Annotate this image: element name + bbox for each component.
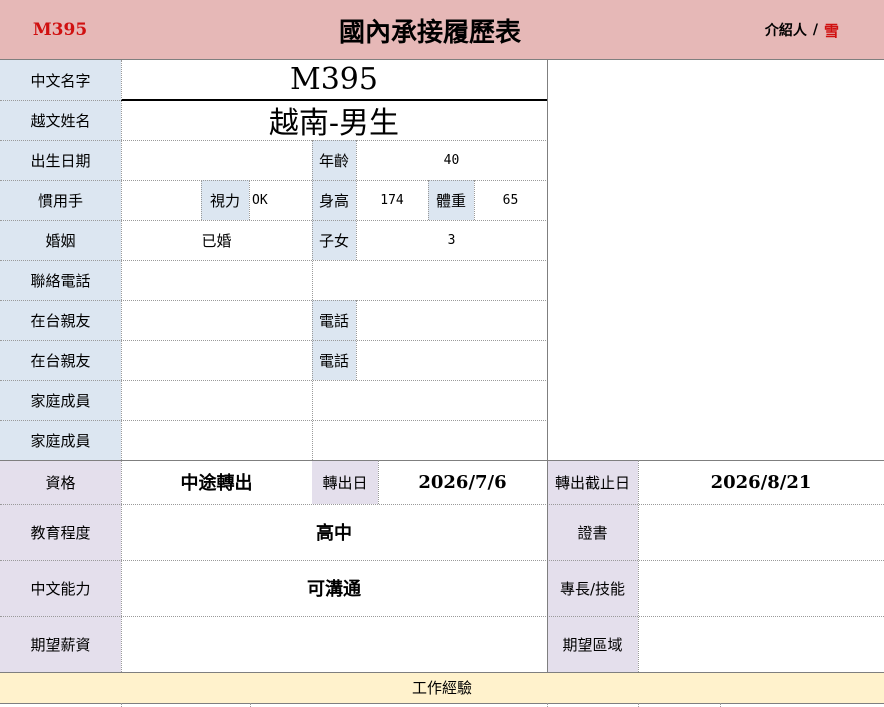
grid-line [378,460,379,504]
birthdate-value [121,140,312,180]
introducer-value: 雪 [824,21,840,40]
handedness-value [121,180,201,220]
introducer-separator: / [812,22,819,38]
grid-line [474,180,475,220]
relative2-label: 在台親友 [0,340,121,380]
relative2-phone-label: 電話 [312,340,356,380]
age-label: 年齡 [312,140,356,180]
age-value: 40 [443,152,460,168]
certificate-label: 證書 [547,504,638,560]
grid-line [356,140,357,260]
grid-line [547,703,548,707]
status-label: 資格 [0,460,121,504]
grid-line [0,340,548,341]
birthdate-label: 出生日期 [0,140,121,180]
region-label: 期望區域 [547,616,638,672]
introducer: 介紹人 / 雪 [740,0,864,60]
grid-line [0,504,884,505]
grid-line [121,703,122,707]
deadline-label: 轉出截止日 [547,460,638,504]
chinese-ability-label: 中文能力 [0,560,121,616]
grid-line [0,180,548,181]
marriage-value: 已婚 [201,231,232,250]
grid-line [547,60,548,672]
grid-line [0,380,548,381]
status-value: 中途轉出 [180,473,253,494]
grid-line [250,703,251,707]
grid-line [638,703,639,707]
photo-area [548,60,884,460]
grid-line [638,460,639,672]
page-title: 國內承接履歷表 [338,17,521,48]
grid-line [0,703,884,704]
education-value: 高中 [316,523,352,544]
vietnamese-name-value: 越南-男生 [268,106,400,140]
grid-line [0,300,548,301]
vision-value: OK [252,192,268,208]
children-label: 子女 [312,220,356,260]
vietnamese-name-label: 越文姓名 [0,100,121,140]
transfer-date-value: 2026/7/6 [418,471,507,493]
family1-label: 家庭成員 [0,380,121,420]
vision-label: 視力 [201,180,249,220]
grid-line [720,703,721,707]
grid-line [0,140,548,141]
grid-line [0,460,884,461]
children-value: 3 [447,232,456,248]
grid-line [0,672,884,673]
chinese-name-label: 中文名字 [0,60,121,100]
family2-label: 家庭成員 [0,420,121,460]
contact-phone-label: 聯絡電話 [0,260,121,300]
relative1-phone-label: 電話 [312,300,356,340]
grid-line [0,220,548,221]
height-label: 身高 [312,180,356,220]
grid-line [0,260,548,261]
deadline-value: 2026/8/21 [710,471,812,493]
handedness-label: 慣用手 [0,180,121,220]
grid-line [312,140,313,460]
work-experience-header: 工作經驗 [0,672,884,703]
weight-label: 體重 [428,180,474,220]
chinese-name-value: M395 [290,62,378,97]
weight-value: 65 [502,192,519,208]
marriage-label: 婚姻 [0,220,121,260]
introducer-label: 介紹人 [764,23,807,39]
grid-line [428,180,429,220]
salary-label: 期望薪資 [0,616,121,672]
name-underline [121,99,547,101]
chinese-ability-value: 可溝通 [307,579,361,600]
record-code: M395 [32,20,88,40]
grid-line [121,60,122,672]
grid-line [249,180,250,220]
grid-line [201,180,202,220]
grid-line [0,616,884,617]
transfer-date-label: 轉出日 [312,460,378,504]
grid-line [0,560,884,561]
grid-line [356,300,357,380]
skills-label: 專長/技能 [547,560,638,616]
grid-line [0,420,548,421]
height-value: 174 [380,192,404,208]
relative1-label: 在台親友 [0,300,121,340]
education-label: 教育程度 [0,504,121,560]
salary-value [121,616,547,672]
